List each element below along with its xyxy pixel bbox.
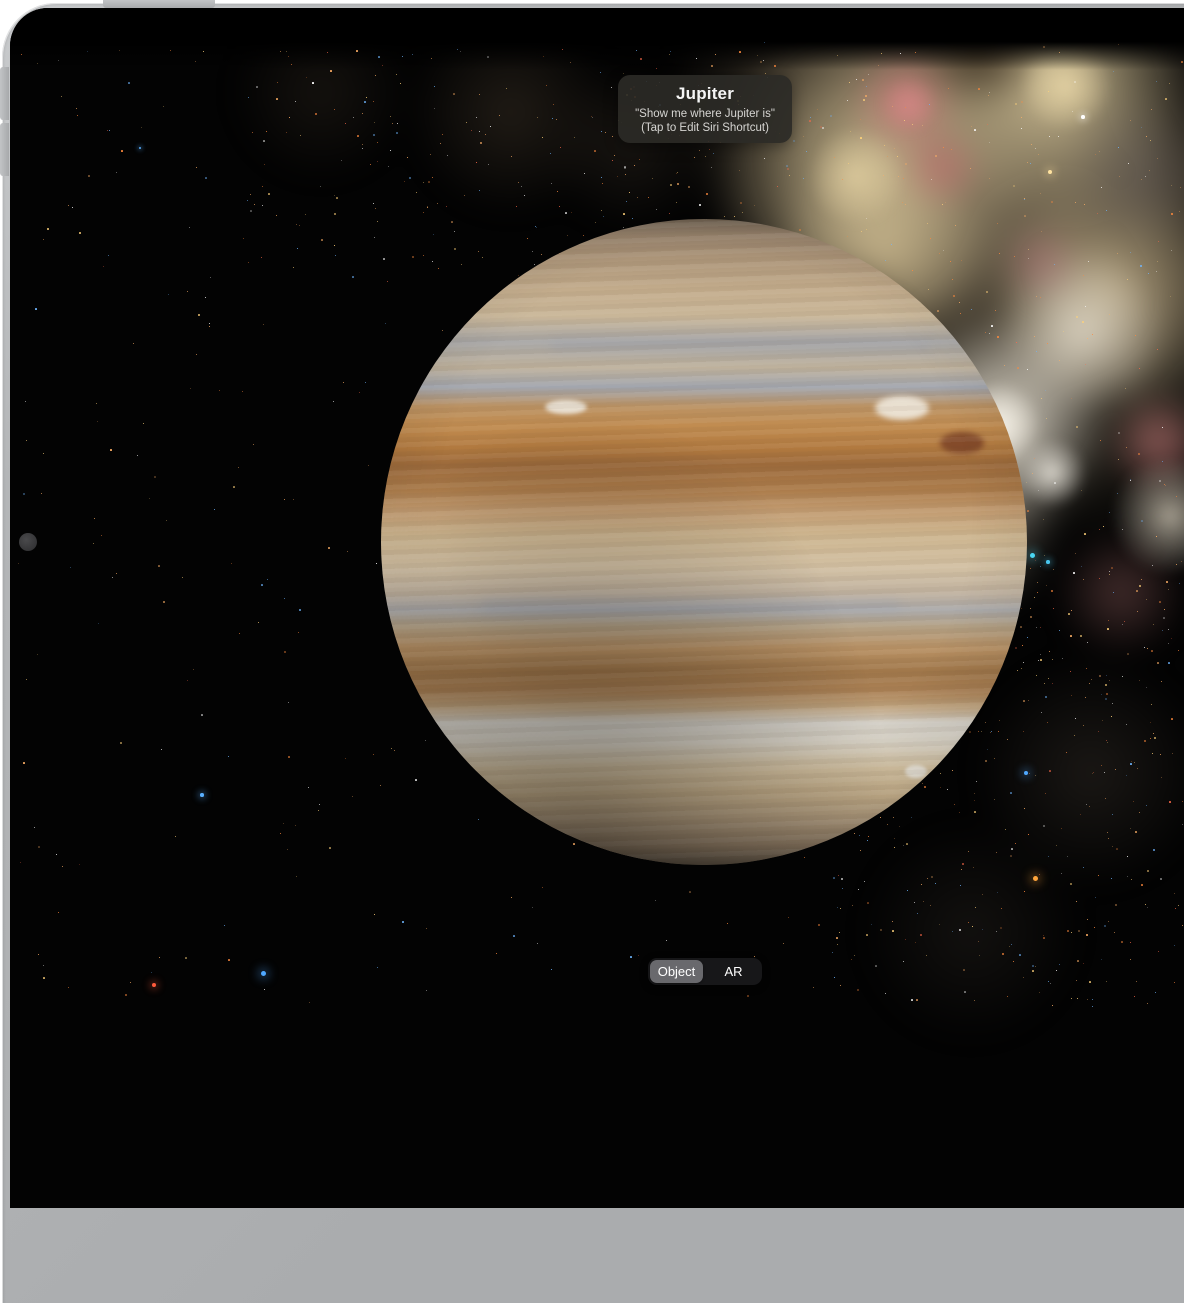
screen: Jupiter "Show me where Jupiter is" (Tap …	[10, 8, 1184, 1208]
volume-button-lower	[0, 123, 9, 176]
mode-switcher: Object AR	[648, 958, 762, 985]
jupiter-planet[interactable]	[381, 219, 1027, 865]
tooltip-quote: "Show me where Jupiter is"	[618, 107, 792, 121]
top-button	[103, 0, 215, 8]
volume-button-upper	[0, 67, 9, 120]
limb-shading	[381, 219, 1027, 865]
siri-tooltip[interactable]: Jupiter "Show me where Jupiter is" (Tap …	[618, 75, 792, 143]
mode-option-object[interactable]: Object	[650, 960, 703, 983]
tooltip-title: Jupiter	[618, 84, 792, 104]
mode-option-ar[interactable]: AR	[707, 960, 760, 983]
front-camera-dot	[19, 533, 37, 551]
tooltip-hint: (Tap to Edit Siri Shortcut)	[618, 121, 792, 135]
